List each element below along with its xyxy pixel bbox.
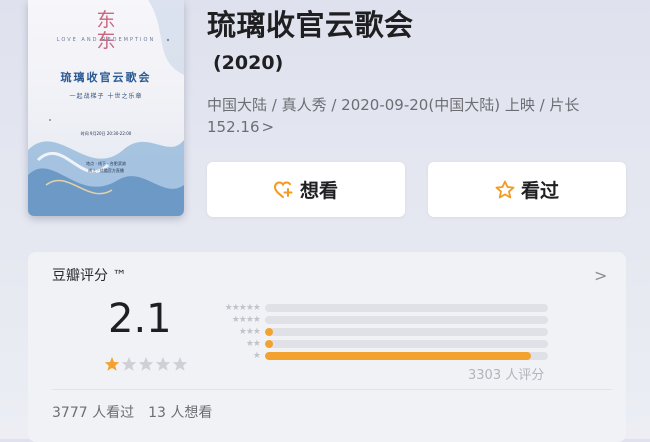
star-empty-icon xyxy=(138,357,154,371)
two-star-bar-fill xyxy=(265,340,274,348)
star-empty-icon xyxy=(172,357,188,371)
watched-label: 看过 xyxy=(520,180,559,202)
poster-time-text: 时间 9月20日 20:30-22:00 xyxy=(80,131,132,136)
five-star-row-label: ★★★★★ xyxy=(224,303,261,313)
poster-location-text: 地点 · 线下 · 合肥滨湖 线上 · 优酷官方直播 xyxy=(86,161,126,173)
one-star-bar xyxy=(265,352,548,360)
poster-art-subtitle: 一起战梯子 十世之乐章 xyxy=(69,93,143,100)
poster-art-title: 琉璃收官云歌会 xyxy=(60,71,152,84)
meta-chevron-icon: > xyxy=(261,118,275,136)
star-filled-icon xyxy=(104,357,120,371)
three-star-bar-fill xyxy=(265,328,274,336)
one-star-row-label: ★ xyxy=(252,351,261,361)
vote-count[interactable]: 3303 人评分 xyxy=(468,364,544,383)
rating-stars xyxy=(104,356,189,372)
watched-button[interactable]: 看过 xyxy=(428,162,626,217)
rating-score: 2.1 xyxy=(108,296,172,342)
poster-seal-text: 东东 xyxy=(96,9,116,52)
heart-plus-icon xyxy=(273,180,293,198)
want-to-watch-label: 想看 xyxy=(299,180,338,202)
card-divider xyxy=(52,389,612,390)
rating-card-title: 豆瓣评分 ™ xyxy=(52,268,127,284)
three-star-row-label: ★★★ xyxy=(238,327,261,337)
star-empty-icon xyxy=(155,357,171,371)
rating-distribution-labels: ★★★★★ ★★★★ ★★★ ★★ ★ xyxy=(202,302,261,362)
rating-chevron-icon[interactable]: > xyxy=(594,266,607,285)
want-count[interactable]: 13 人想看 xyxy=(148,402,212,422)
three-star-bar xyxy=(265,328,548,336)
star-empty-icon xyxy=(121,357,137,371)
one-star-bar-fill xyxy=(265,352,532,360)
watched-count[interactable]: 3777 人看过 xyxy=(52,402,134,422)
watch-stats: 3777 人看过 13 人想看 xyxy=(52,402,212,422)
rating-distribution-bars xyxy=(265,304,548,364)
movie-year: (2020) xyxy=(213,52,284,74)
star-outline-icon xyxy=(495,180,515,199)
two-star-bar xyxy=(265,340,548,348)
want-to-watch-button[interactable]: 想看 xyxy=(207,162,405,217)
poster-english-title: LOVE AND REDEMPTION xyxy=(56,37,156,43)
four-star-bar xyxy=(265,316,548,324)
movie-title: 琉璃收官云歌会 xyxy=(207,8,414,42)
four-star-row-label: ★★★★ xyxy=(231,315,261,325)
poster-image[interactable]: 东东 LOVE AND REDEMPTION 琉璃收官云歌会 一起战梯子 十世之… xyxy=(28,0,184,216)
five-star-bar xyxy=(265,304,548,312)
two-star-row-label: ★★ xyxy=(245,339,261,349)
movie-meta[interactable]: 中国大陆 / 真人秀 / 2020-09-20(中国大陆) 上映 / 片长152… xyxy=(207,94,627,138)
